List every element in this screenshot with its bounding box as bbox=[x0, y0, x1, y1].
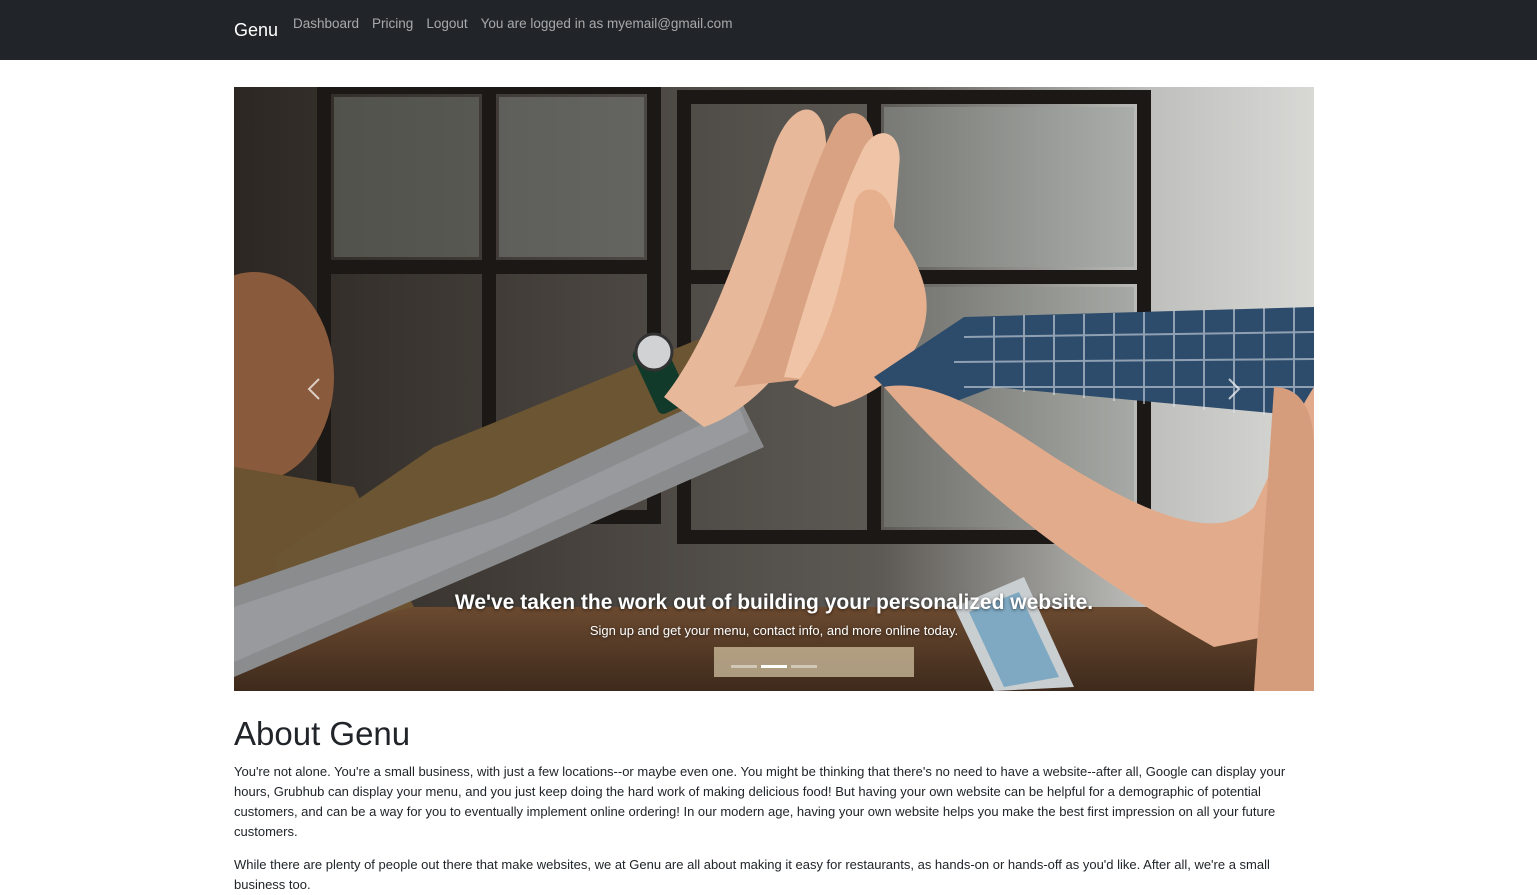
nav-link-logout[interactable]: Logout bbox=[426, 15, 467, 33]
about-heading: About Genu bbox=[234, 715, 411, 752]
nav-links: Dashboard Pricing Logout You are logged … bbox=[293, 15, 732, 33]
hero-carousel: We've taken the work out of building you… bbox=[234, 87, 1314, 691]
nav-link-dashboard[interactable]: Dashboard bbox=[293, 15, 359, 33]
chevron-left-icon bbox=[307, 378, 320, 400]
carousel-indicator[interactable] bbox=[731, 665, 757, 668]
about-paragraph-1: You're not alone. You're a small busines… bbox=[234, 764, 1286, 839]
carousel-caption: We've taken the work out of building you… bbox=[234, 590, 1314, 639]
login-status-text: You are logged in as myemail@gmail.com bbox=[480, 16, 733, 31]
brand-link[interactable]: Genu bbox=[234, 19, 278, 41]
nav-link-pricing[interactable]: Pricing bbox=[372, 15, 413, 33]
chevron-right-icon bbox=[1228, 378, 1241, 400]
carousel-caption-title: We've taken the work out of building you… bbox=[454, 591, 1094, 614]
carousel-indicator[interactable] bbox=[761, 665, 787, 668]
carousel-indicators bbox=[234, 665, 1314, 668]
about-section: About Genu You're not alone. You're a sm… bbox=[234, 712, 1314, 895]
carousel-caption-text: Sign up and get your menu, contact info,… bbox=[589, 623, 959, 638]
about-paragraph-2: While there are plenty of people out the… bbox=[234, 857, 1270, 892]
carousel-indicator[interactable] bbox=[791, 665, 817, 668]
top-navbar: Genu Dashboard Pricing Logout You are lo… bbox=[0, 0, 1537, 60]
